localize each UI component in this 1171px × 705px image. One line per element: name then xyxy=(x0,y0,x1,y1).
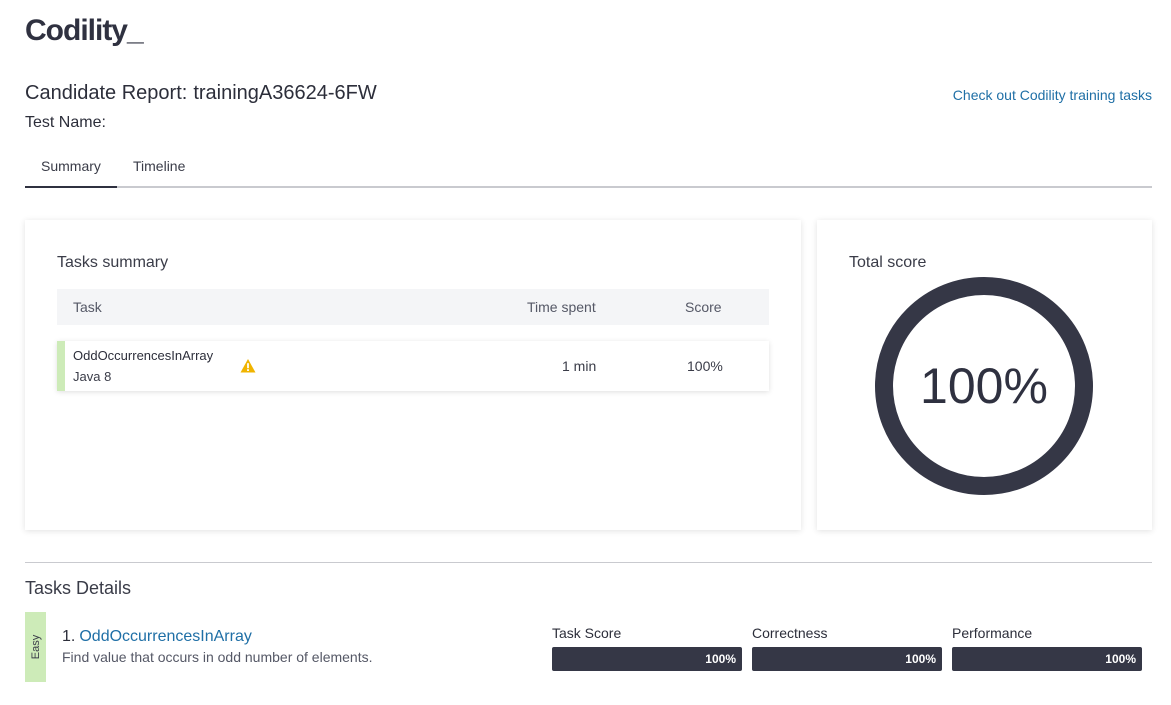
metric-value: 100% xyxy=(705,652,736,666)
warning-icon xyxy=(240,359,256,373)
report-title-prefix: Candidate Report: xyxy=(25,82,188,104)
report-tabs: Summary Timeline xyxy=(25,148,1152,188)
task-heading: 1. OddOccurrencesInArray xyxy=(62,628,252,646)
total-score-value: 100% xyxy=(920,358,1048,414)
training-tasks-link[interactable]: Check out Codility training tasks xyxy=(953,87,1152,103)
metric-performance: Performance 100% xyxy=(952,625,1142,671)
task-time-spent: 1 min xyxy=(562,358,597,374)
codility-logo: Codility_ xyxy=(25,14,144,47)
task-number: 1. xyxy=(62,628,76,645)
task-description: Find value that occurs in odd number of … xyxy=(62,649,373,665)
tab-timeline[interactable]: Timeline xyxy=(133,158,185,174)
table-row[interactable]: OddOccurrencesInArray Java 8 1 min 100% xyxy=(57,341,769,391)
task-score: 100% xyxy=(687,358,723,374)
task-language: Java 8 xyxy=(73,369,112,384)
tab-summary[interactable]: Summary xyxy=(41,158,101,174)
total-score-title: Total score xyxy=(849,254,927,271)
metric-correctness: Correctness 100% xyxy=(752,625,942,671)
metric-task-score: Task Score 100% xyxy=(552,625,742,671)
total-score-card: Total score 100% xyxy=(817,220,1152,530)
tasks-summary-card: Tasks summary Task Time spent Score OddO… xyxy=(25,220,801,530)
metric-value: 100% xyxy=(905,652,936,666)
metric-label: Performance xyxy=(952,625,1033,641)
task-name: OddOccurrencesInArray xyxy=(73,348,214,363)
difficulty-badge: Easy xyxy=(25,612,46,682)
active-tab-indicator xyxy=(25,186,117,188)
metric-value: 100% xyxy=(1105,652,1136,666)
column-header-time: Time spent xyxy=(527,299,596,315)
summary-table-header: Task Time spent Score xyxy=(57,289,769,325)
column-header-score: Score xyxy=(685,299,722,315)
metric-label: Correctness xyxy=(752,625,828,641)
section-divider xyxy=(25,562,1152,563)
metric-label: Task Score xyxy=(552,625,622,641)
test-name-label: Test Name: xyxy=(25,114,106,131)
metric-bar: 100% xyxy=(552,647,742,671)
tasks-details-title: Tasks Details xyxy=(25,578,132,598)
metric-bar: 100% xyxy=(952,647,1142,671)
task-name-link[interactable]: OddOccurrencesInArray xyxy=(79,628,252,645)
metric-bar: 100% xyxy=(752,647,942,671)
candidate-id: trainingA36624-6FW xyxy=(193,82,377,104)
column-header-task: Task xyxy=(73,299,102,315)
tasks-summary-title: Tasks summary xyxy=(57,254,169,271)
page-title: Candidate Report: trainingA36624-6FW xyxy=(25,82,377,105)
